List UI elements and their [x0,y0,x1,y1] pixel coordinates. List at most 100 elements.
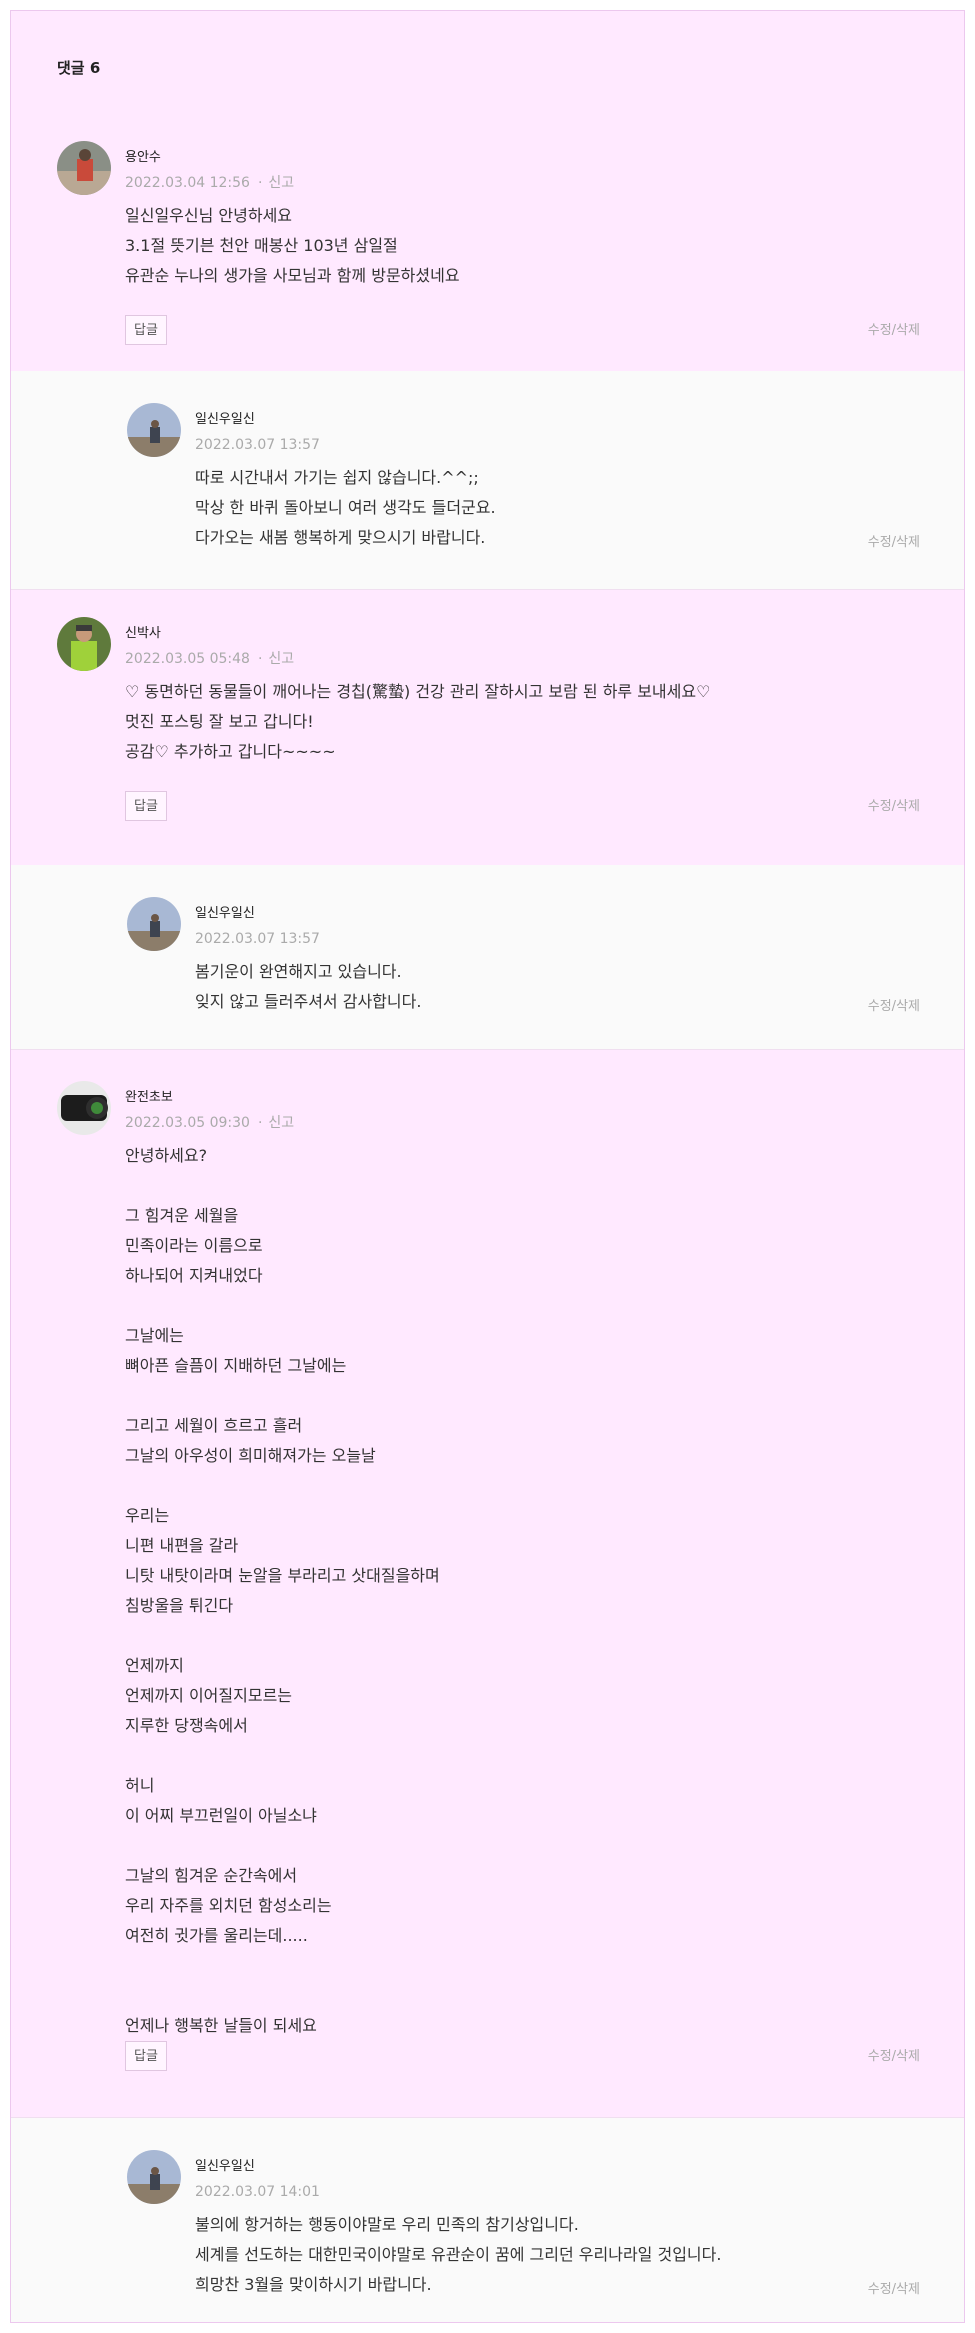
comment-line [125,1621,440,1651]
comment-author[interactable]: 신박사 [125,625,161,643]
comment-item: 신박사 2022.03.05 05:48 · 신고 ♡ 동면하던 동물들이 깨어나는… [11,589,964,865]
comment-date: 2022.03.05 05:48 [125,651,250,667]
comment-line: 따로 시간내서 가기는 쉽지 않습니다.^^;; [195,468,479,487]
comment-body: ♡ 동면하던 동물들이 깨어나는 경칩(驚蟄) 건강 관리 잘하시고 보람 된 … [125,677,710,767]
comment-date: 2022.03.04 12:56 [125,175,250,191]
comment-line: ♡ 동면하던 동물들이 깨어나는 경칩(驚蟄) 건강 관리 잘하시고 보람 된 … [125,682,711,701]
comment-item: 완전초보 2022.03.05 09:30 · 신고 안녕하세요? 그 힘겨운 세월… [11,1049,964,2117]
comment-line: 니탓 내탓이라며 눈알을 부라리고 삿대질을하며 [125,1566,440,1585]
comment-meta: 2022.03.04 12:56 · 신고 [125,173,294,193]
comment-item: 용안수 2022.03.04 12:56 · 신고 일신일우신님 안녕하세요 3.1… [11,131,964,371]
edit-delete-link[interactable]: 수정/삭제 [868,322,920,340]
comment-line: 유관순 누나의 생가을 사모님과 함께 방문하셨네요 [125,266,460,285]
reply-button[interactable]: 답글 [125,315,167,345]
meta-separator: · [257,651,263,667]
comment-line: 공감♡ 추가하고 갑니다~~~~ [125,742,336,761]
avatar-image [127,897,181,951]
comment-line: 3.1절 뜻기븐 천안 매봉산 103년 삼일절 [125,236,398,255]
comment-line: 일신일우신님 안녕하세요 [125,206,293,225]
comment-line: 다가오는 새봄 행복하게 맞으시기 바랍니다. [195,528,486,547]
comment-line: 불의에 항거하는 행동이야말로 우리 민족의 참기상입니다. [195,2215,579,2234]
edit-delete-link[interactable]: 수정/삭제 [868,2281,920,2299]
comment-line [125,1291,440,1321]
comment-line: 민족이라는 이름으로 [125,1236,263,1255]
comment-line: 안녕하세요? [125,1146,208,1165]
avatar-image [57,141,111,195]
comment-author[interactable]: 일신우일신 [195,411,255,429]
avatar-image [57,617,111,671]
comment-line: 여전히 귓가를 울리는데..... [125,1926,308,1945]
edit-delete-link[interactable]: 수정/삭제 [868,798,920,816]
edit-delete-link[interactable]: 수정/삭제 [868,998,920,1016]
edit-delete-link[interactable]: 수정/삭제 [868,534,920,552]
reply-button[interactable]: 답글 [125,2041,167,2071]
comment-line: 우리 자주를 외치던 함성소리는 [125,1896,332,1915]
comment-line: 언제나 행복한 날들이 되세요 [125,2016,317,2035]
comment-line: 이 어찌 부끄런일이 아닐소냐 [125,1806,317,1825]
comment-line [125,1471,440,1501]
edit-delete-link[interactable]: 수정/삭제 [868,2048,920,2066]
comment-line [125,1831,440,1861]
comment-section: 댓글 6 용안수 2022.03.04 12:56 · 신고 일신일우신님 안녕하세… [10,10,965,2323]
avatar-image [57,1081,111,1135]
comment-date: 2022.03.07 13:57 [195,437,320,453]
comment-line: 뼈아픈 슬픔이 지배하던 그날에는 [125,1356,347,1375]
comment-line: 막상 한 바퀴 돌아보니 여러 생각도 들더군요. [195,498,496,517]
avatar-image [127,403,181,457]
comment-line: 그날의 아우성이 희미해져가는 오늘날 [125,1446,376,1465]
avatar[interactable] [127,2150,181,2204]
avatar[interactable] [127,403,181,457]
comment-line: 지루한 당쟁속에서 [125,1716,248,1735]
avatar[interactable] [57,1081,111,1135]
avatar[interactable] [127,897,181,951]
avatar[interactable] [57,617,111,671]
reply-item: 일신우일신 2022.03.07 13:57 따로 시간내서 가기는 쉽지 않습… [11,371,964,590]
comment-line: 침방울을 튀긴다 [125,1596,234,1615]
comment-line: 그날에는 [125,1326,184,1345]
avatar-image [127,2150,181,2204]
comment-line [125,1951,440,1981]
comment-line: 그리고 세월이 흐르고 흘러 [125,1416,303,1435]
comment-line: 희망찬 3월을 맞이하시기 바랍니다. [195,2275,432,2294]
reply-item: 일신우일신 2022.03.07 13:57 봄기운이 완연해지고 있습니다. … [11,865,964,1050]
comment-meta: 2022.03.05 09:30 · 신고 [125,1113,294,1133]
comment-body: 봄기운이 완연해지고 있습니다. 잊지 않고 들러주셔서 감사합니다. [195,957,421,1017]
comment-line: 그 힘겨운 세월을 [125,1206,239,1225]
comment-line: 멋진 포스팅 잘 보고 갑니다! [125,712,314,731]
meta-separator: · [257,1115,263,1131]
comment-line: 세계를 선도하는 대한민국이야말로 유관순이 꿈에 그리던 우리나라일 것입니다… [195,2245,722,2264]
comment-line [125,1981,440,2011]
comment-date: 2022.03.07 14:01 [195,2184,320,2200]
comment-body: 안녕하세요? 그 힘겨운 세월을 민족이라는 이름으로 하나되어 지켜내었다 그… [125,1141,440,2041]
comment-line [125,1381,440,1411]
comment-line: 언제까지 이어질지모르는 [125,1686,293,1705]
comment-author[interactable]: 완전초보 [125,1089,173,1107]
comment-body: 따로 시간내서 가기는 쉽지 않습니다.^^;; 막상 한 바퀴 돌아보니 여러… [195,463,496,553]
comment-line [125,1741,440,1771]
comment-line: 니편 내편을 갈라 [125,1536,239,1555]
comment-line: 그날의 힘겨운 순간속에서 [125,1866,298,1885]
comment-line: 봄기운이 완연해지고 있습니다. [195,962,402,981]
comment-line: 잊지 않고 들러주셔서 감사합니다. [195,992,422,1011]
reply-button[interactable]: 답글 [125,791,167,821]
report-link[interactable]: 신고 [268,651,294,667]
comment-line: 하나되어 지켜내었다 [125,1266,263,1285]
meta-separator: · [257,175,263,191]
avatar[interactable] [57,141,111,195]
comment-line: 우리는 [125,1506,170,1525]
comment-date: 2022.03.07 13:57 [195,931,320,947]
comment-body: 불의에 항거하는 행동이야말로 우리 민족의 참기상입니다. 세계를 선도하는 … [195,2210,721,2300]
comment-date: 2022.03.05 09:30 [125,1115,250,1131]
report-link[interactable]: 신고 [268,1115,294,1131]
comment-author[interactable]: 용안수 [125,149,161,167]
reply-item: 일신우일신 2022.03.07 14:01 불의에 항거하는 행동이야말로 우… [11,2117,964,2322]
comment-line: 언제까지 [125,1656,184,1675]
comment-author[interactable]: 일신우일신 [195,2158,255,2176]
report-link[interactable]: 신고 [268,175,294,191]
comment-line: 허니 [125,1776,155,1795]
comment-body: 일신일우신님 안녕하세요 3.1절 뜻기븐 천안 매봉산 103년 삼일절 유관… [125,201,460,291]
comment-count-heading: 댓글 6 [57,59,101,77]
comment-author[interactable]: 일신우일신 [195,905,255,923]
comment-line [125,1171,440,1201]
comment-meta: 2022.03.05 05:48 · 신고 [125,649,294,669]
